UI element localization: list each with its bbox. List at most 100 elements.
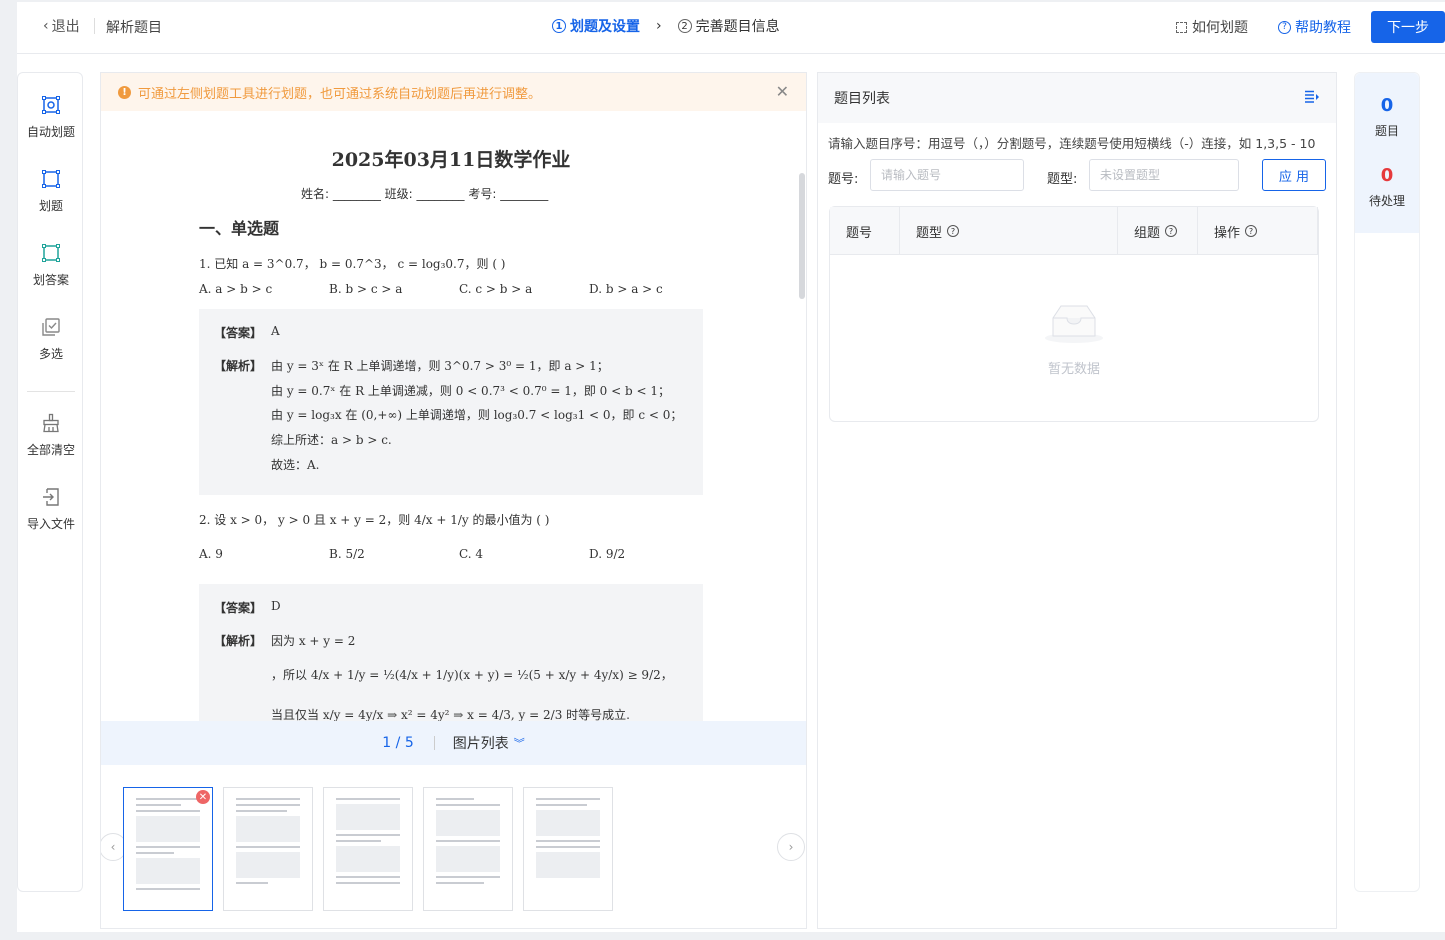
column-type: 题型 ? xyxy=(900,207,1118,255)
tool-clear-all[interactable]: 全部清空 xyxy=(18,413,84,458)
step-number: 1 xyxy=(552,19,566,33)
option: C. 4 xyxy=(459,547,484,561)
document-preview-panel: ! 可通过左侧划题工具进行划题，也可通过系统自动划题后再进行调整。 ✕ 2025… xyxy=(100,72,807,929)
auto-select-icon xyxy=(42,96,60,114)
section-heading: 一、单选题 xyxy=(199,219,280,238)
delete-icon[interactable]: ✕ xyxy=(196,790,210,804)
answer-label: 【答案】 xyxy=(214,601,263,615)
option: D. 9/2 xyxy=(589,547,626,561)
close-icon[interactable]: ✕ xyxy=(776,82,789,101)
broom-icon xyxy=(43,413,59,433)
thumbnail-preview xyxy=(436,798,500,902)
document-page[interactable]: 2025年03月11日数学作业 姓名: ________ 班级: _______… xyxy=(101,111,806,721)
help-tutorial-link[interactable]: ? 帮助教程 xyxy=(1278,17,1351,37)
thumbnail-page-1[interactable]: ✕ xyxy=(123,787,213,911)
question-number-label: 题号: xyxy=(828,172,859,187)
step-1[interactable]: 1 划题及设置 xyxy=(552,16,640,36)
document-title: 2025年03月11日数学作业 xyxy=(331,149,571,171)
header-divider xyxy=(94,18,95,34)
empty-box-icon xyxy=(1045,305,1103,343)
option: B. 5/2 xyxy=(329,547,365,561)
step-2[interactable]: 2 完善题目信息 xyxy=(677,16,780,36)
thumbnail-next-button[interactable]: › xyxy=(777,833,805,861)
page-title: 解析题目 xyxy=(106,20,162,36)
thumbnail-page-5[interactable] xyxy=(523,787,613,911)
question-2-stem: 2. 设 x > 0， y > 0 且 x + y = 2，则 4/x + 1/… xyxy=(199,513,550,527)
question-type-select[interactable] xyxy=(1089,159,1239,191)
tool-auto-select[interactable]: 自动划题 xyxy=(18,95,84,140)
thumbnail-preview xyxy=(336,798,400,902)
analysis-line: 因为 x + y = 2 xyxy=(271,634,356,648)
multi-select-icon xyxy=(42,318,60,336)
page-navigator: 1 / 5 图片列表 ︾ xyxy=(101,721,806,765)
analysis-label: 【解析】 xyxy=(214,359,263,373)
chevron-right-icon: › xyxy=(788,840,794,854)
answer-value: D xyxy=(271,599,281,613)
tool-select-question[interactable]: 划题 xyxy=(18,169,84,214)
dashed-square-icon xyxy=(1176,21,1187,33)
tool-sidebar: 自动划题 划题 划答案 多选 全部清空 导入文件 xyxy=(17,72,83,892)
analysis-line: ，所以 4/x + 1/y = ½(4/x + 1/y)(x + y) = ½(… xyxy=(271,668,673,682)
analysis-line: 由 y = log₃x 在 (0,+∞) 上单调递增，则 log₃0.7 < l… xyxy=(271,408,683,422)
chevron-right-icon: › xyxy=(656,18,662,34)
header-bar: ‹ 退出 解析题目 1 划题及设置 › 2 完善题目信息 如何划题 ? 帮助教程 xyxy=(17,2,1445,54)
next-step-button[interactable]: 下一步 xyxy=(1371,11,1445,43)
question-list-panel: 题目列表 请输入题目序号：用逗号（，）分割题号，连续题号使用短横线（-）连接，如… xyxy=(817,72,1337,929)
question-1-answer-block: 【答案】 A 【解析】 由 y = 3ˣ 在 R 上单调递增，则 3^0.7 >… xyxy=(199,309,703,495)
question-circle-icon[interactable]: ? xyxy=(1165,225,1178,237)
question-2-answer-block: 【答案】 D 【解析】 因为 x + y = 2 ，所以 4/x + 1/y =… xyxy=(199,584,703,721)
option: B. b > c > a xyxy=(329,282,403,296)
input-hint: 请输入题目序号：用逗号（，）分割题号，连续题号使用短横线（-）连接，如 1,3,… xyxy=(828,136,1316,151)
column-number: 题号 xyxy=(830,207,900,255)
analysis-line: 由 y = 0.7ˣ 在 R 上单调递减，则 0 < 0.7³ < 0.7⁰ =… xyxy=(271,384,670,398)
question-2-options: A. 9 B. 5/2 C. 4 D. 9/2 xyxy=(199,547,719,561)
double-chevron-down-icon: ︾ xyxy=(513,737,525,750)
tool-select-answer[interactable]: 划答案 xyxy=(18,243,84,288)
import-icon xyxy=(43,488,59,506)
column-actions: 操作 ? xyxy=(1198,207,1318,255)
question-number-input[interactable] xyxy=(870,159,1024,191)
tool-import-file[interactable]: 导入文件 xyxy=(18,487,84,532)
select-answer-icon xyxy=(42,244,60,262)
option: A. 9 xyxy=(199,547,223,561)
thumbnail-preview xyxy=(536,798,600,902)
toolbar-divider xyxy=(27,391,75,392)
tool-multi-select[interactable]: 多选 xyxy=(18,317,84,362)
thumbnail-preview xyxy=(136,798,200,902)
thumbnail-page-2[interactable] xyxy=(223,787,313,911)
analysis-label: 【解析】 xyxy=(214,634,263,648)
header-actions: 如何划题 ? 帮助教程 下一步 xyxy=(1176,11,1445,43)
answer-value: A xyxy=(271,324,280,338)
column-group: 组题 ? xyxy=(1118,207,1198,255)
image-list-toggle[interactable]: 图片列表 ︾ xyxy=(453,733,525,753)
exit-button[interactable]: ‹ 退出 xyxy=(43,16,80,36)
analysis-line: 故选：A. xyxy=(271,458,320,472)
question-table: 题号 题型 ? 组题 ? 操作 ? 暂无数据 xyxy=(829,206,1319,422)
notice-banner: ! 可通过左侧划题工具进行划题，也可通过系统自动划题后再进行调整。 ✕ xyxy=(101,73,806,111)
stat-pending[interactable]: 0 待处理 xyxy=(1355,165,1419,209)
question-type-label: 题型: xyxy=(1047,172,1078,187)
step-indicator: 1 划题及设置 › 2 完善题目信息 xyxy=(552,16,780,36)
select-question-icon xyxy=(42,170,60,188)
thumbnail-preview xyxy=(236,798,300,902)
question-circle-icon: ? xyxy=(1278,20,1291,34)
thumbnail-strip: ‹ ✕ › xyxy=(101,765,806,928)
apply-button[interactable]: 应 用 xyxy=(1262,159,1326,191)
question-1-stem: 1. 已知 a = 3^0.7， b = 0.7^3， c = log₃0.7，… xyxy=(199,257,506,271)
thumbnail-page-4[interactable] xyxy=(423,787,513,911)
question-circle-icon[interactable]: ? xyxy=(1245,225,1258,237)
option: D. b > a > c xyxy=(589,282,663,296)
empty-state: 暂无数据 xyxy=(830,302,1318,377)
how-to-select-link[interactable]: 如何划题 xyxy=(1176,17,1248,37)
step-label: 完善题目信息 xyxy=(695,19,780,35)
chevron-left-icon: ‹ xyxy=(43,18,49,34)
step-label: 划题及设置 xyxy=(570,19,640,35)
question-1-options: A. a > b > c B. b > c > a C. c > b > a D… xyxy=(199,282,719,296)
question-filter-form: 题号: 题型: 应 用 xyxy=(828,159,1328,193)
answer-label: 【答案】 xyxy=(214,326,263,340)
thumbnail-page-3[interactable] xyxy=(323,787,413,911)
stat-questions[interactable]: 0 题目 xyxy=(1355,95,1419,139)
preview-scrollbar[interactable] xyxy=(799,173,805,299)
question-circle-icon[interactable]: ? xyxy=(947,225,960,237)
collapse-menu-icon[interactable] xyxy=(1304,90,1320,104)
